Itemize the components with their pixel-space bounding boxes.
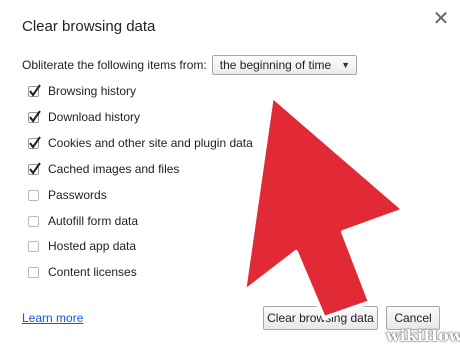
checkmark-icon [29, 83, 41, 97]
item-hosted-app-data[interactable]: Hosted app data [28, 237, 136, 255]
item-label: Browsing history [48, 84, 137, 98]
dialog-title: Clear browsing data [22, 18, 156, 35]
item-label: Passwords [48, 188, 107, 202]
item-content-licenses[interactable]: Content licenses [28, 263, 137, 281]
item-cookies[interactable]: Cookies and other site and plugin data [28, 134, 253, 152]
item-browsing-history[interactable]: Browsing history [28, 82, 136, 100]
item-passwords[interactable]: Passwords [28, 186, 107, 204]
item-label: Content licenses [48, 265, 137, 279]
chevron-down-icon: ▼ [341, 60, 351, 70]
item-download-history[interactable]: Download history [28, 108, 140, 126]
checkbox-passwords[interactable] [28, 189, 39, 201]
time-range-select[interactable]: the beginning of time ▼ [211, 55, 358, 75]
checkbox-cookies[interactable] [28, 135, 41, 149]
item-cached-images[interactable]: Cached images and files [28, 160, 179, 178]
item-label: Hosted app data [48, 239, 137, 253]
close-icon[interactable]: ✕ [430, 8, 452, 30]
item-label: Download history [48, 110, 141, 124]
checkbox-autofill[interactable] [28, 215, 39, 227]
clear-browsing-data-button[interactable]: Clear browsing data [263, 306, 378, 330]
checkbox-content-licenses[interactable] [28, 266, 39, 278]
checkbox-browsing-history[interactable] [28, 83, 41, 97]
item-label: Cookies and other site and plugin data [48, 136, 253, 150]
time-range-value: the beginning of time [219, 58, 332, 72]
item-label: Autofill form data [48, 214, 139, 228]
learn-more-link[interactable]: Learn more [22, 311, 83, 325]
checkmark-icon [29, 161, 41, 175]
time-range-row: Obliterate the following items from: the… [22, 54, 358, 76]
time-range-label: Obliterate the following items from: [22, 58, 207, 72]
checkbox-download-history[interactable] [28, 109, 41, 123]
checkmark-icon [29, 135, 41, 149]
item-autofill[interactable]: Autofill form data [28, 212, 138, 230]
checkbox-hosted-app-data[interactable] [28, 240, 39, 252]
clear-browsing-data-dialog: Clear browsing data ✕ Obliterate the fol… [0, 0, 460, 348]
wikihow-watermark: wikiHow [386, 326, 460, 345]
checkbox-cached-images[interactable] [28, 161, 41, 175]
item-label: Cached images and files [48, 162, 180, 176]
checkmark-icon [29, 109, 41, 123]
